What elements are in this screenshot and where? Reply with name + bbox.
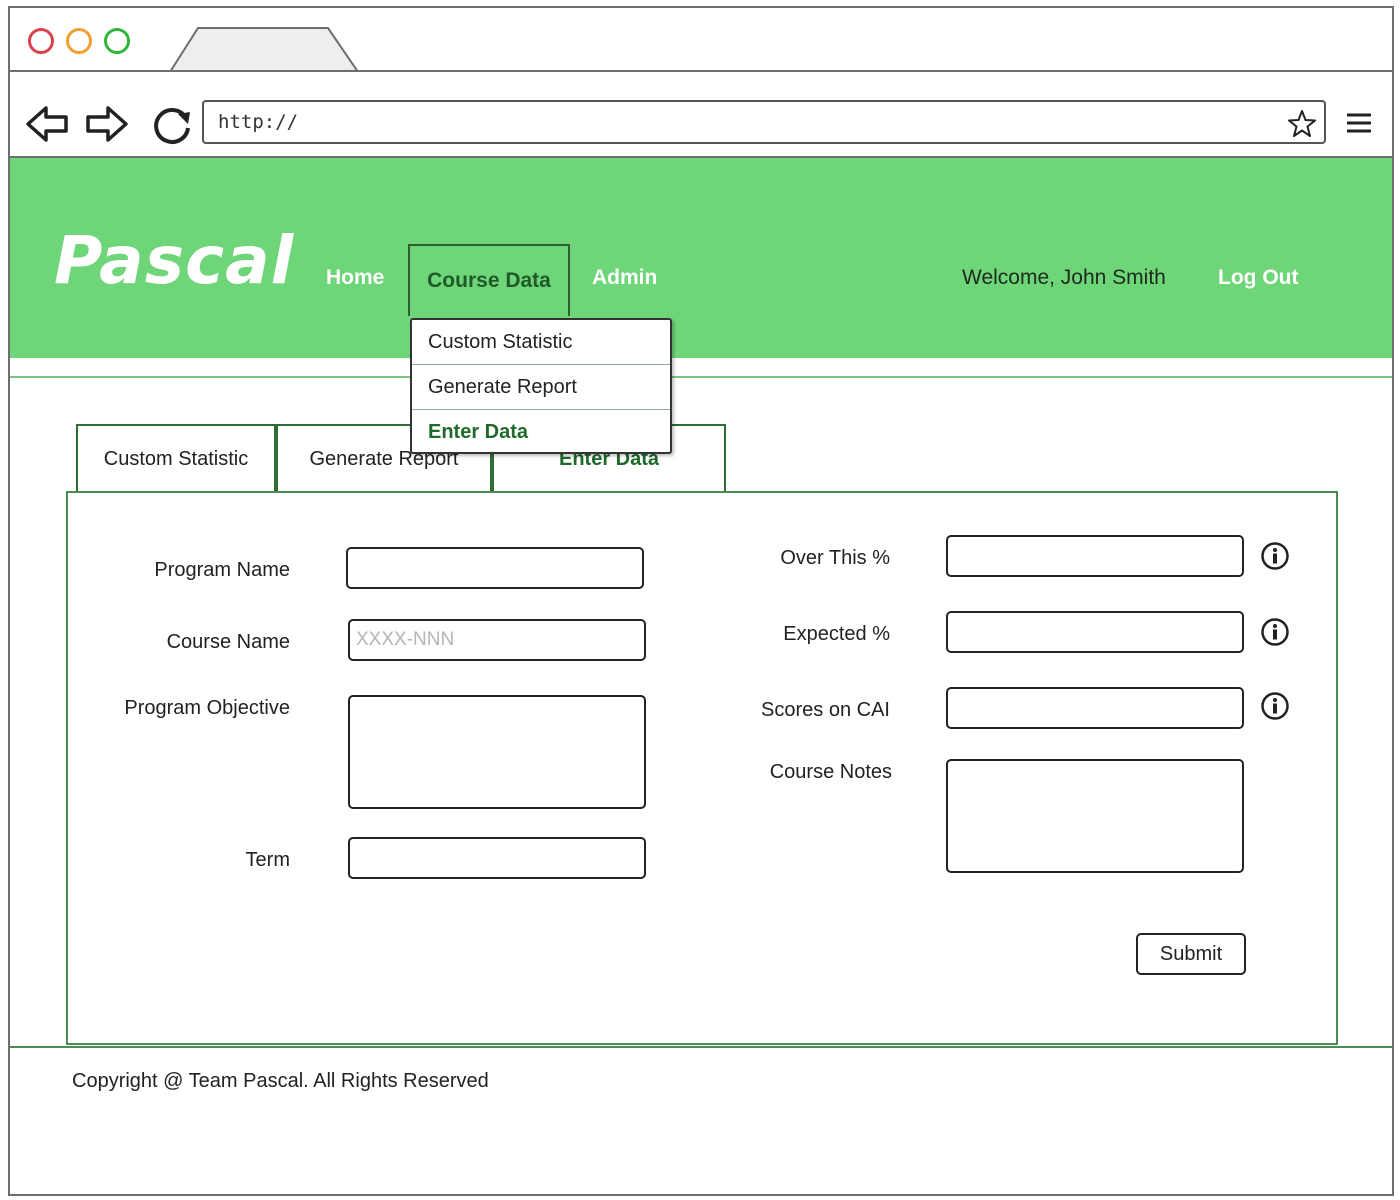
browser-toolbar: http:// (10, 72, 1392, 158)
expected-input[interactable] (946, 611, 1244, 653)
course-notes-textarea[interactable] (946, 759, 1244, 873)
course-name-input[interactable] (348, 619, 646, 661)
copyright-text: Copyright @ Team Pascal. All Rights Rese… (72, 1070, 489, 1092)
close-window-icon[interactable] (28, 28, 54, 54)
dropdown-item-enter-data[interactable]: Enter Data (412, 410, 670, 455)
program-name-input[interactable] (346, 547, 644, 589)
forward-arrow-icon[interactable] (82, 100, 130, 148)
course-notes-label: Course Notes (769, 761, 892, 783)
url-text: http:// (218, 111, 299, 133)
site-header: Pascal Home Course Data Admin Welcome, J… (10, 158, 1392, 358)
info-icon-expected[interactable] (1260, 617, 1290, 647)
over-this-label: Over This % (780, 547, 890, 569)
nav-home[interactable]: Home (326, 266, 384, 290)
over-this-input[interactable] (946, 535, 1244, 577)
logout-link[interactable]: Log Out (1218, 266, 1298, 290)
info-icon-over-this[interactable] (1260, 541, 1290, 571)
dropdown-item-generate-report[interactable]: Generate Report (412, 365, 670, 410)
nav-course-data[interactable]: Course Data (408, 244, 570, 316)
nav-admin[interactable]: Admin (592, 266, 657, 290)
course-data-dropdown: Custom Statistic Generate Report Enter D… (410, 318, 672, 454)
browser-window: http:// Pascal Home Course Data Admin We… (8, 6, 1394, 1196)
term-label: Term (245, 849, 290, 871)
reload-icon[interactable] (148, 100, 196, 148)
course-name-label: Course Name (166, 631, 290, 653)
browser-tab[interactable] (168, 26, 360, 72)
program-objective-label: Program Objective (124, 697, 290, 719)
header-underline (10, 376, 1392, 378)
hamburger-menu-icon[interactable] (1344, 108, 1374, 138)
back-arrow-icon[interactable] (24, 100, 72, 148)
welcome-message: Welcome, John Smith (962, 266, 1166, 289)
minimize-window-icon[interactable] (66, 28, 92, 54)
url-bar[interactable]: http:// (202, 100, 1326, 144)
submit-button[interactable]: Submit (1136, 933, 1246, 975)
term-input[interactable] (348, 837, 646, 879)
tab-custom-statistic[interactable]: Custom Statistic (76, 424, 276, 492)
site-logo[interactable]: Pascal (54, 222, 294, 299)
footer-divider (10, 1046, 1392, 1048)
enter-data-form: Program Name Course Name Program Objecti… (66, 491, 1338, 1045)
scores-on-cai-input[interactable] (946, 687, 1244, 729)
program-name-label: Program Name (154, 559, 290, 581)
dropdown-item-custom-statistic[interactable]: Custom Statistic (412, 320, 670, 365)
title-bar (10, 8, 1392, 72)
scores-on-cai-label: Scores on CAI (761, 699, 890, 721)
expected-label: Expected % (783, 623, 890, 645)
info-icon-scores-on-cai[interactable] (1260, 691, 1290, 721)
program-objective-textarea[interactable] (348, 695, 646, 809)
maximize-window-icon[interactable] (104, 28, 130, 54)
bookmark-star-icon[interactable] (1286, 108, 1318, 140)
